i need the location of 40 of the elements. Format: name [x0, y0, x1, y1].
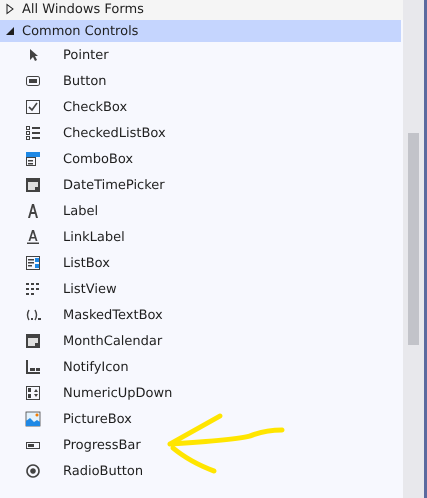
toolbox-item[interactable]: ListView [0, 276, 403, 302]
radio-button-icon [25, 463, 41, 479]
toolbox-item[interactable]: DateTimePicker [0, 172, 403, 198]
toolbox-item[interactable]: MaskedTextBox [0, 302, 403, 328]
tray-icon [25, 359, 41, 375]
calendar-icon [25, 333, 41, 349]
calendar-icon [25, 177, 41, 193]
scrollbar[interactable] [403, 0, 424, 498]
expand-icon[interactable] [4, 3, 16, 15]
button-icon [25, 73, 41, 89]
toolbox-item[interactable]: Button [0, 68, 403, 94]
toolbox-item[interactable]: CheckBox [0, 94, 403, 120]
toolbox-item[interactable]: MonthCalendar [0, 328, 403, 354]
toolbox-item[interactable]: ComboBox [0, 146, 403, 172]
underlined-a-icon [25, 229, 41, 245]
group-label: All Windows Forms [22, 2, 144, 16]
toolbox-item[interactable]: RadioButton [0, 458, 403, 484]
masked-text-icon [25, 307, 41, 323]
toolbox-item[interactable]: PictureBox [0, 406, 403, 432]
collapse-icon[interactable] [4, 25, 16, 37]
toolbox-group[interactable]: All Windows Forms [0, 0, 403, 20]
scroll-thumb[interactable] [408, 133, 419, 345]
group-label: Common Controls [22, 24, 138, 38]
checked-list-icon [25, 125, 41, 141]
toolbox-item[interactable]: NumericUpDown [0, 380, 403, 406]
spinner-icon [25, 385, 41, 401]
letter-a-icon [25, 203, 41, 219]
toolbox-item[interactable]: LinkLabel [0, 224, 403, 250]
image-icon [25, 411, 41, 427]
toolbox-item[interactable]: CheckedListBox [0, 120, 403, 146]
checkbox-icon [25, 99, 41, 115]
toolbox-item[interactable]: ListBox [0, 250, 403, 276]
combo-box-icon [25, 151, 41, 167]
toolbox-group[interactable]: Common Controls [0, 20, 401, 42]
list-box-icon [25, 255, 41, 271]
toolbox-item[interactable]: Label [0, 198, 403, 224]
toolbox-item[interactable]: NotifyIcon [0, 354, 403, 380]
toolbox-item[interactable]: Pointer [0, 42, 403, 68]
grid-dots-icon [25, 281, 41, 297]
toolbox-item[interactable]: ProgressBar [0, 432, 403, 458]
